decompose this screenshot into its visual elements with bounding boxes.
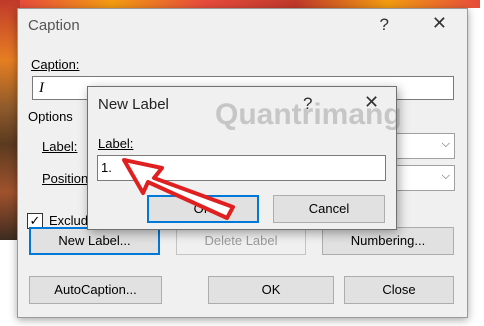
caption-dialog-title: Caption bbox=[28, 17, 80, 34]
new-label-cancel-button[interactable]: Cancel bbox=[273, 195, 385, 223]
new-label-dialog-title: New Label bbox=[98, 96, 169, 113]
background-photo-top bbox=[20, 0, 480, 8]
chevron-down-icon: ⌵ bbox=[441, 170, 450, 182]
help-icon[interactable]: ? bbox=[380, 15, 389, 35]
new-label-input[interactable]: 1. bbox=[97, 155, 386, 181]
new-label-ok-button[interactable]: OK bbox=[147, 195, 259, 223]
new-label-field-label: Label: bbox=[98, 136, 134, 151]
autocaption-button[interactable]: AutoCaption... bbox=[29, 276, 162, 304]
numbering-button[interactable]: Numbering... bbox=[322, 227, 454, 255]
help-icon[interactable]: ? bbox=[303, 94, 312, 114]
close-icon[interactable]: ✕ bbox=[364, 92, 379, 113]
position-field-label: Position bbox=[42, 171, 89, 186]
close-icon[interactable]: ✕ bbox=[432, 13, 447, 34]
caption-ok-button[interactable]: OK bbox=[208, 276, 334, 304]
options-group-label: Options bbox=[28, 109, 73, 124]
delete-label-button[interactable]: Delete Label bbox=[176, 227, 306, 255]
new-label-button[interactable]: New Label... bbox=[29, 227, 160, 255]
caption-title-bar: Caption ? ✕ bbox=[18, 9, 467, 43]
caption-close-button[interactable]: Close bbox=[344, 276, 454, 304]
new-label-dialog: New Label ? ✕ Label: 1. OK Cancel bbox=[87, 86, 397, 230]
chevron-down-icon: ⌵ bbox=[441, 138, 450, 150]
label-field-label: Label: bbox=[42, 139, 78, 154]
caption-field-label: Caption: bbox=[31, 57, 80, 72]
